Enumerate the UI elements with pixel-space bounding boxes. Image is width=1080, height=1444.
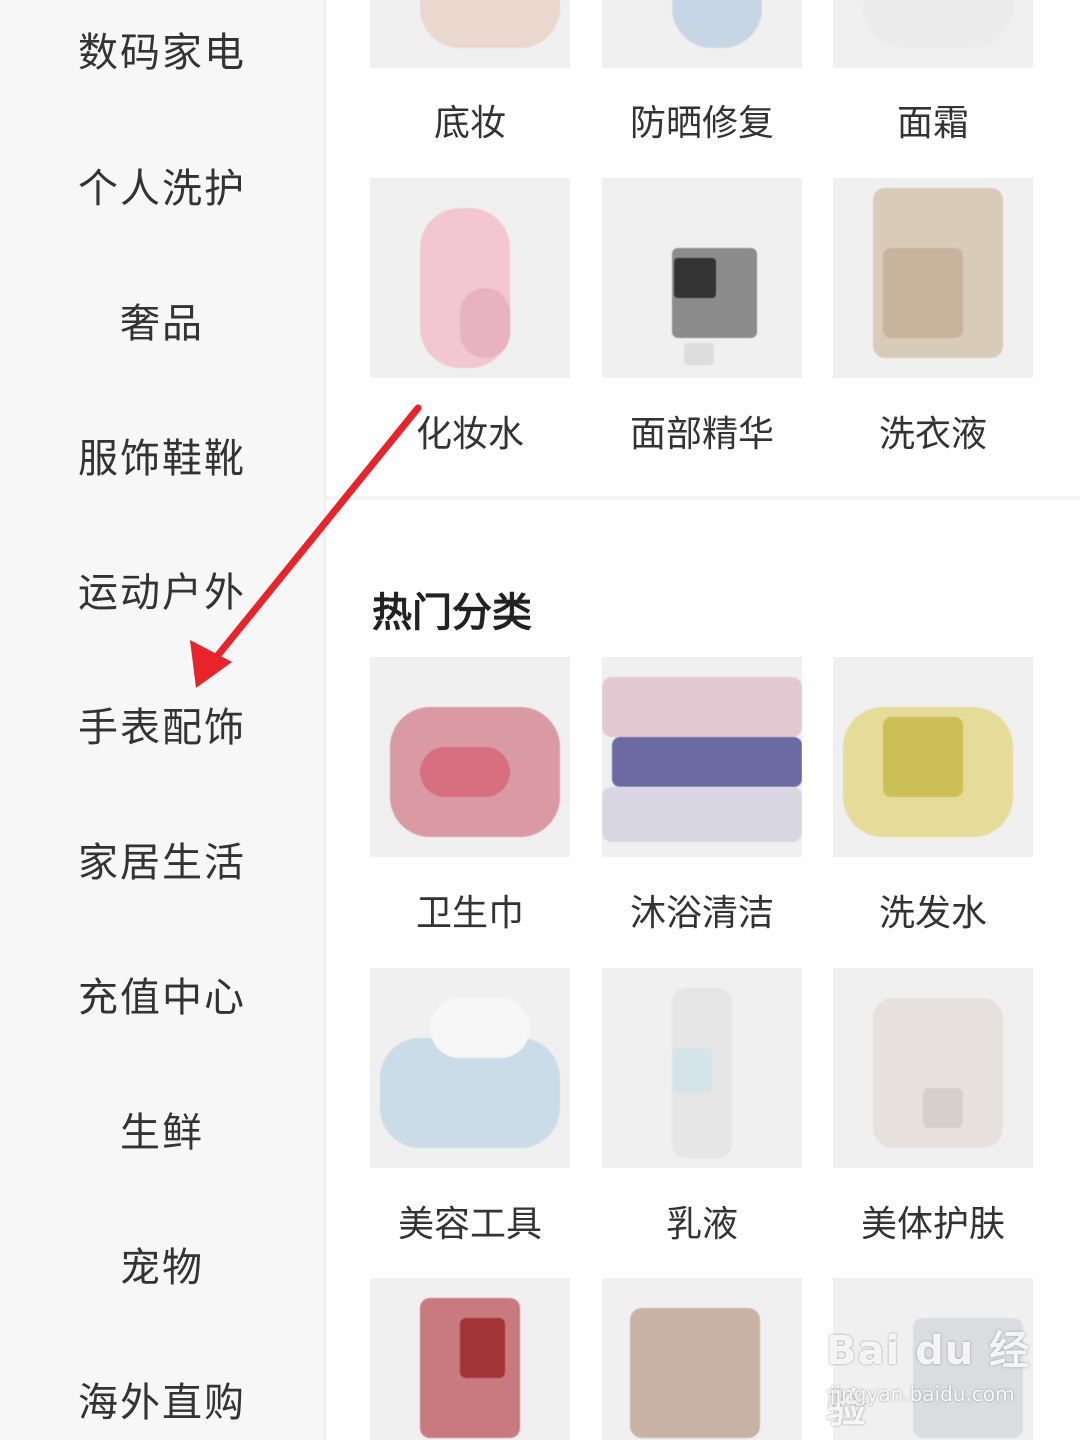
category-label[interactable]: 沐浴清洁 [582, 884, 822, 936]
category-label[interactable]: 面霜 [813, 94, 1053, 146]
watermark: Bai du 经验 jingyan.baidu.com [826, 1318, 1046, 1432]
category-label[interactable]: 美容工具 [350, 1195, 590, 1247]
sidebar-item-pets[interactable]: 宠物 [0, 1219, 324, 1309]
product-image-tile[interactable] [602, 1278, 802, 1440]
watermark-url: jingyan.baidu.com [830, 1382, 1015, 1406]
sidebar-item-watches-accessories[interactable]: 手表配饰 [0, 679, 324, 769]
product-image-lotion[interactable] [602, 968, 802, 1168]
hot-categories-title: 热门分类 [372, 590, 532, 636]
product-image-body-care[interactable] [833, 968, 1033, 1168]
product-image-toner[interactable] [370, 178, 570, 378]
product-image-beauty-tools[interactable] [370, 968, 570, 1168]
sidebar-item-personal-care[interactable]: 个人洗护 [0, 140, 324, 230]
product-image-laundry-detergent[interactable] [833, 178, 1033, 378]
sidebar-item-fresh-food[interactable]: 生鲜 [0, 1084, 324, 1174]
product-image-foundation[interactable] [370, 0, 570, 68]
product-image-bath-cleansing[interactable] [602, 657, 802, 857]
product-image-sanitary-pads[interactable] [370, 657, 570, 857]
category-label[interactable]: 底妆 [350, 94, 590, 146]
category-label[interactable]: 化妆水 [350, 405, 590, 457]
category-label[interactable]: 洗发水 [813, 884, 1053, 936]
product-image-serum[interactable] [602, 178, 802, 378]
category-label[interactable]: 乳液 [582, 1195, 822, 1247]
product-image-face-cream[interactable] [833, 0, 1033, 68]
category-label[interactable]: 卫生巾 [350, 884, 590, 936]
sidebar-item-luxury[interactable]: 奢品 [0, 275, 324, 365]
sidebar-item-home-living[interactable]: 家居生活 [0, 814, 324, 904]
category-label[interactable]: 洗衣液 [813, 405, 1053, 457]
sidebar-item-recharge-center[interactable]: 充值中心 [0, 949, 324, 1039]
sidebar-item-overseas-direct[interactable]: 海外直购 [0, 1354, 324, 1444]
category-label[interactable]: 美体护肤 [813, 1195, 1053, 1247]
category-label[interactable]: 面部精华 [582, 405, 822, 457]
watermark-logo: Bai du 经验 [826, 1328, 1031, 1432]
sidebar-item-apparel-shoes[interactable]: 服饰鞋靴 [0, 410, 324, 500]
product-image-sunscreen[interactable] [602, 0, 802, 68]
category-label[interactable]: 防晒修复 [582, 94, 822, 146]
category-sidebar: 数码家电 个人洗护 奢品 服饰鞋靴 运动户外 手表配饰 家居生活 充值中心 生鲜… [0, 0, 326, 1440]
product-image-shampoo[interactable] [833, 657, 1033, 857]
sidebar-item-sports-outdoor[interactable]: 运动户外 [0, 544, 324, 634]
product-image-tile[interactable] [370, 1278, 570, 1440]
sidebar-item-digital-appliances[interactable]: 数码家电 [0, 4, 324, 94]
section-divider [326, 496, 1080, 500]
